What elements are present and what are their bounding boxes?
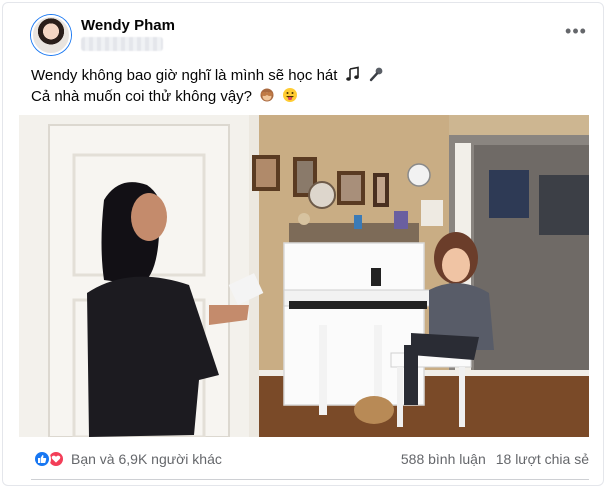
post-meta-blurred xyxy=(81,37,163,51)
author-name[interactable]: Wendy Pham xyxy=(81,17,175,34)
post-footer: Bạn và 6,9K người khác 588 bình luận 18 … xyxy=(19,443,591,473)
see-no-evil-monkey-icon xyxy=(260,88,274,102)
post-photo[interactable] xyxy=(19,115,589,437)
comments-count-link[interactable]: 588 bình luận xyxy=(401,451,486,467)
author-avatar[interactable] xyxy=(31,15,71,55)
caption-text-1: Wendy không bao giờ nghĩ là mình sẽ học … xyxy=(31,67,342,84)
post-caption: Wendy không bao giờ nghĩ là mình sẽ học … xyxy=(31,65,591,107)
microphone-icon xyxy=(369,67,383,82)
facebook-post: Wendy Pham ••• Wendy không bao giờ nghĩ … xyxy=(2,2,604,486)
post-stats: 588 bình luận 18 lượt chia sẻ xyxy=(401,451,589,467)
music-note-icon xyxy=(345,66,359,81)
caption-text-2: Cả nhà muốn coi thử không vậy? xyxy=(31,88,257,105)
shares-count-link[interactable]: 18 lượt chia sẻ xyxy=(496,451,589,467)
more-options-icon[interactable]: ••• xyxy=(561,21,591,45)
caption-line-1: Wendy không bao giờ nghĩ là mình sẽ học … xyxy=(31,65,591,86)
caption-line-2: Cả nhà muốn coi thử không vậy? xyxy=(31,86,591,107)
photo-scene xyxy=(19,115,589,437)
reactions-text: Bạn và 6,9K người khác xyxy=(71,451,222,467)
post-header: Wendy Pham ••• xyxy=(31,15,591,59)
footer-divider xyxy=(31,479,589,480)
reactions-summary[interactable]: Bạn và 6,9K người khác xyxy=(33,449,222,469)
like-reaction-icon xyxy=(33,450,51,468)
grinning-tongue-face-icon xyxy=(283,88,298,102)
